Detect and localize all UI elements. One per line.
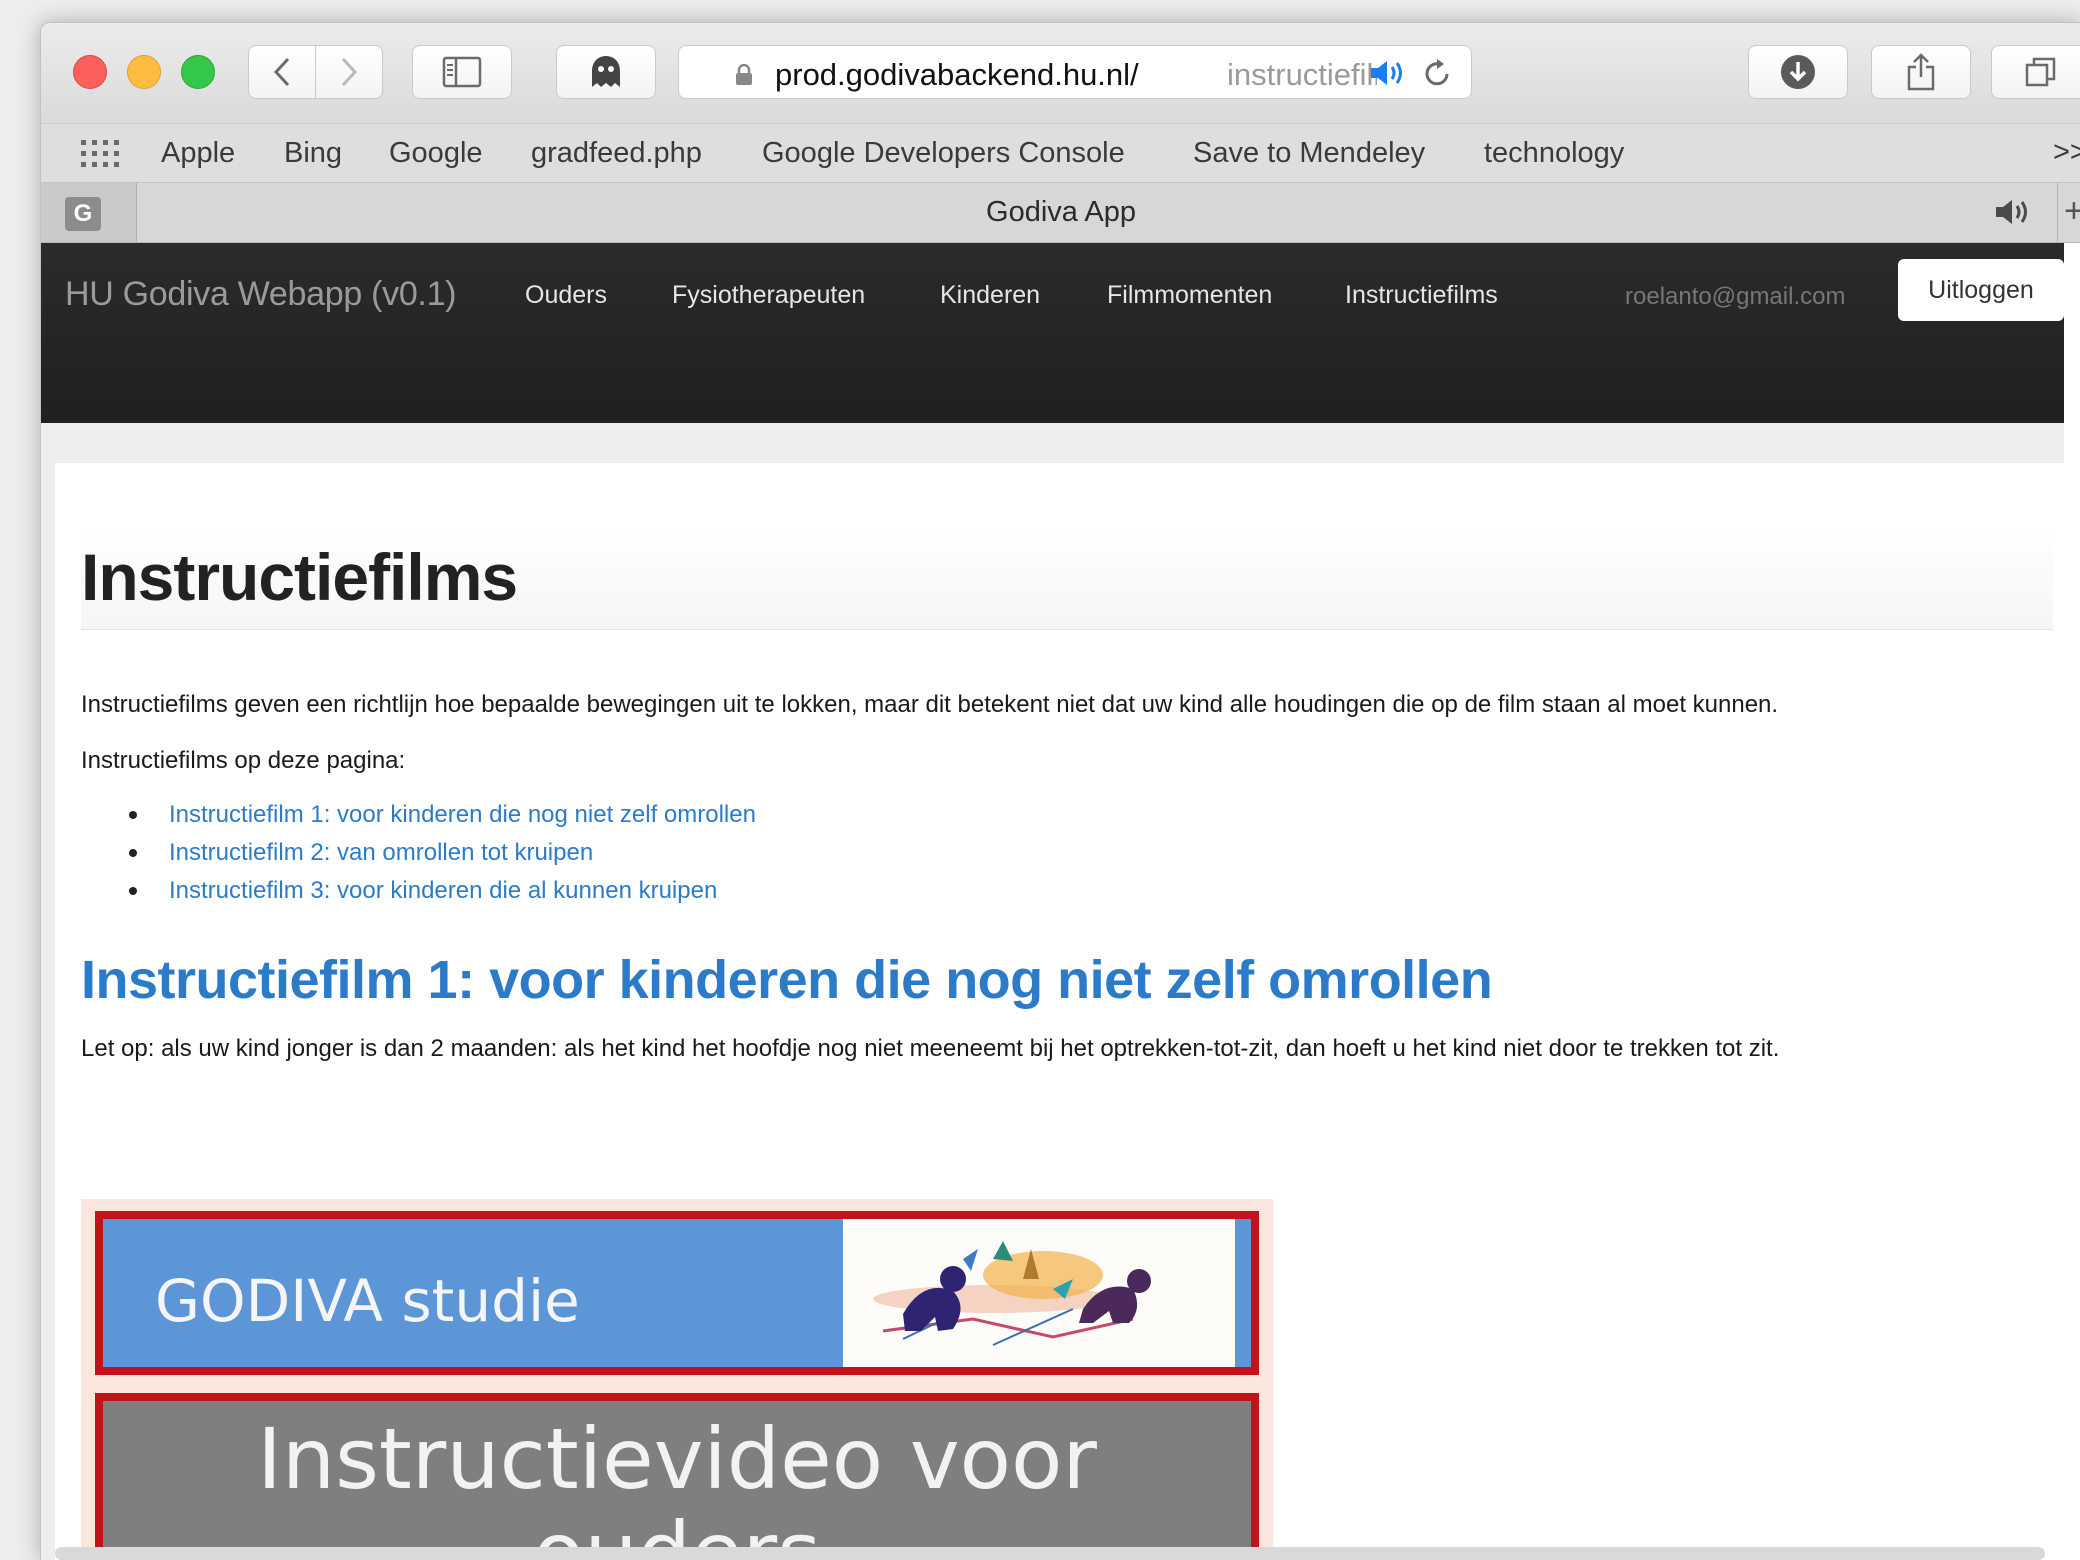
nav-item-fysiotherapeuten[interactable]: Fysiotherapeuten xyxy=(672,281,865,310)
brand-link[interactable]: HU Godiva Webapp (v0.1) xyxy=(65,275,457,314)
sidebar-icon xyxy=(442,56,482,88)
forward-button[interactable] xyxy=(315,45,383,99)
section-note: Let op: als uw kind jonger is dan 2 maan… xyxy=(81,1035,1780,1062)
close-window-button[interactable] xyxy=(73,55,107,89)
nav-item-kinderen[interactable]: Kinderen xyxy=(940,281,1040,310)
bookmark-save-to-mendeley[interactable]: Save to Mendeley xyxy=(1193,137,1425,170)
ghostery-icon xyxy=(592,56,620,87)
new-tab-button[interactable]: + xyxy=(2057,183,2080,242)
active-tab-title[interactable]: Godiva App xyxy=(41,196,2080,229)
link-instructiefilm-2[interactable]: Instructiefilm 2: van omrollen tot kruip… xyxy=(169,839,593,867)
bullet xyxy=(129,849,137,857)
link-instructiefilm-3[interactable]: Instructiefilm 3: voor kinderen die al k… xyxy=(169,877,717,905)
page-title: Instructiefilms xyxy=(81,540,518,614)
top-sites-grid-icon[interactable] xyxy=(81,140,121,168)
bookmark-gradfeed[interactable]: gradfeed.php xyxy=(531,137,702,170)
share-button[interactable] xyxy=(1871,45,1971,99)
intro-paragraph: Instructiefilms geven een richtlijn hoe … xyxy=(81,691,1779,718)
reload-icon[interactable] xyxy=(1421,57,1453,89)
tab-overview-button[interactable] xyxy=(1991,45,2080,99)
lock-icon xyxy=(736,64,752,85)
minimize-window-button[interactable] xyxy=(127,55,161,89)
address-bar[interactable]: prod.godivabackend.hu.nl/ instructiefilm… xyxy=(678,45,1472,99)
video-player[interactable]: GODIVA studie Instructievideo voor ouder… xyxy=(81,1199,1273,1560)
tab-speaker-icon[interactable] xyxy=(1994,197,2034,227)
bookmark-technology[interactable]: technology xyxy=(1484,137,1624,170)
logout-button[interactable]: Uitloggen xyxy=(1898,259,2064,321)
babies-illustration xyxy=(843,1219,1243,1367)
fullscreen-window-button[interactable] xyxy=(181,55,215,89)
bookmark-google-developers-console[interactable]: Google Developers Console xyxy=(762,137,1125,170)
speaker-icon[interactable] xyxy=(1369,58,1409,88)
link-instructiefilm-1[interactable]: Instructiefilm 1: voor kinderen die nog … xyxy=(169,801,756,829)
browser-window: prod.godivabackend.hu.nl/ instructiefilm… xyxy=(40,22,2080,1560)
privacy-report-button[interactable] xyxy=(556,45,656,99)
chevron-right-icon xyxy=(341,57,358,87)
back-button[interactable] xyxy=(248,45,316,99)
download-icon xyxy=(1781,55,1815,89)
bookmarks-overflow-button[interactable]: >> xyxy=(2053,136,2080,169)
bullet xyxy=(129,811,137,819)
bookmarks-bar: Apple Bing Google gradfeed.php Google De… xyxy=(41,123,2080,183)
video-banner: GODIVA studie xyxy=(95,1211,1259,1375)
nav-item-instructiefilms[interactable]: Instructiefilms xyxy=(1345,281,1498,310)
horizontal-scrollbar[interactable] xyxy=(55,1547,2045,1560)
sidebar-toggle-button[interactable] xyxy=(412,45,512,99)
bookmark-apple[interactable]: Apple xyxy=(161,137,235,170)
share-icon xyxy=(1907,53,1935,91)
browser-toolbar: prod.godivabackend.hu.nl/ instructiefilm… xyxy=(41,23,2080,123)
bullet xyxy=(129,887,137,895)
content-container: Instructiefilms Instructiefilms geven ee… xyxy=(55,463,2064,1560)
list-heading: Instructiefilms op deze pagina: xyxy=(81,747,406,774)
page-header: Instructiefilms xyxy=(81,523,2053,630)
user-email: roelanto@gmail.com xyxy=(1625,283,1846,310)
chevron-left-icon xyxy=(273,57,290,87)
url-path: instructiefilms xyxy=(1227,57,1377,92)
tabs-icon xyxy=(2025,57,2056,87)
bookmark-google[interactable]: Google xyxy=(389,137,483,170)
downloads-button[interactable] xyxy=(1748,45,1848,99)
page-content: Instructiefilms Instructiefilms geven ee… xyxy=(41,423,2064,1560)
nav-item-ouders[interactable]: Ouders xyxy=(525,281,607,310)
nav-item-filmmomenten[interactable]: Filmmomenten xyxy=(1107,281,1272,310)
bookmark-bing[interactable]: Bing xyxy=(284,137,342,170)
video-title-line-1: Instructievideo voor xyxy=(257,1410,1097,1508)
section-heading-instructiefilm-1: Instructiefilm 1: voor kinderen die nog … xyxy=(81,950,1493,1010)
video-title-card: Instructievideo voor ouders xyxy=(95,1393,1259,1560)
url-host: prod.godivabackend.hu.nl/ xyxy=(775,57,1139,92)
site-navbar: HU Godiva Webapp (v0.1) Ouders Fysiother… xyxy=(41,243,2064,424)
tab-bar: G Godiva App + xyxy=(41,183,2080,243)
banner-text: GODIVA studie xyxy=(155,1267,580,1335)
